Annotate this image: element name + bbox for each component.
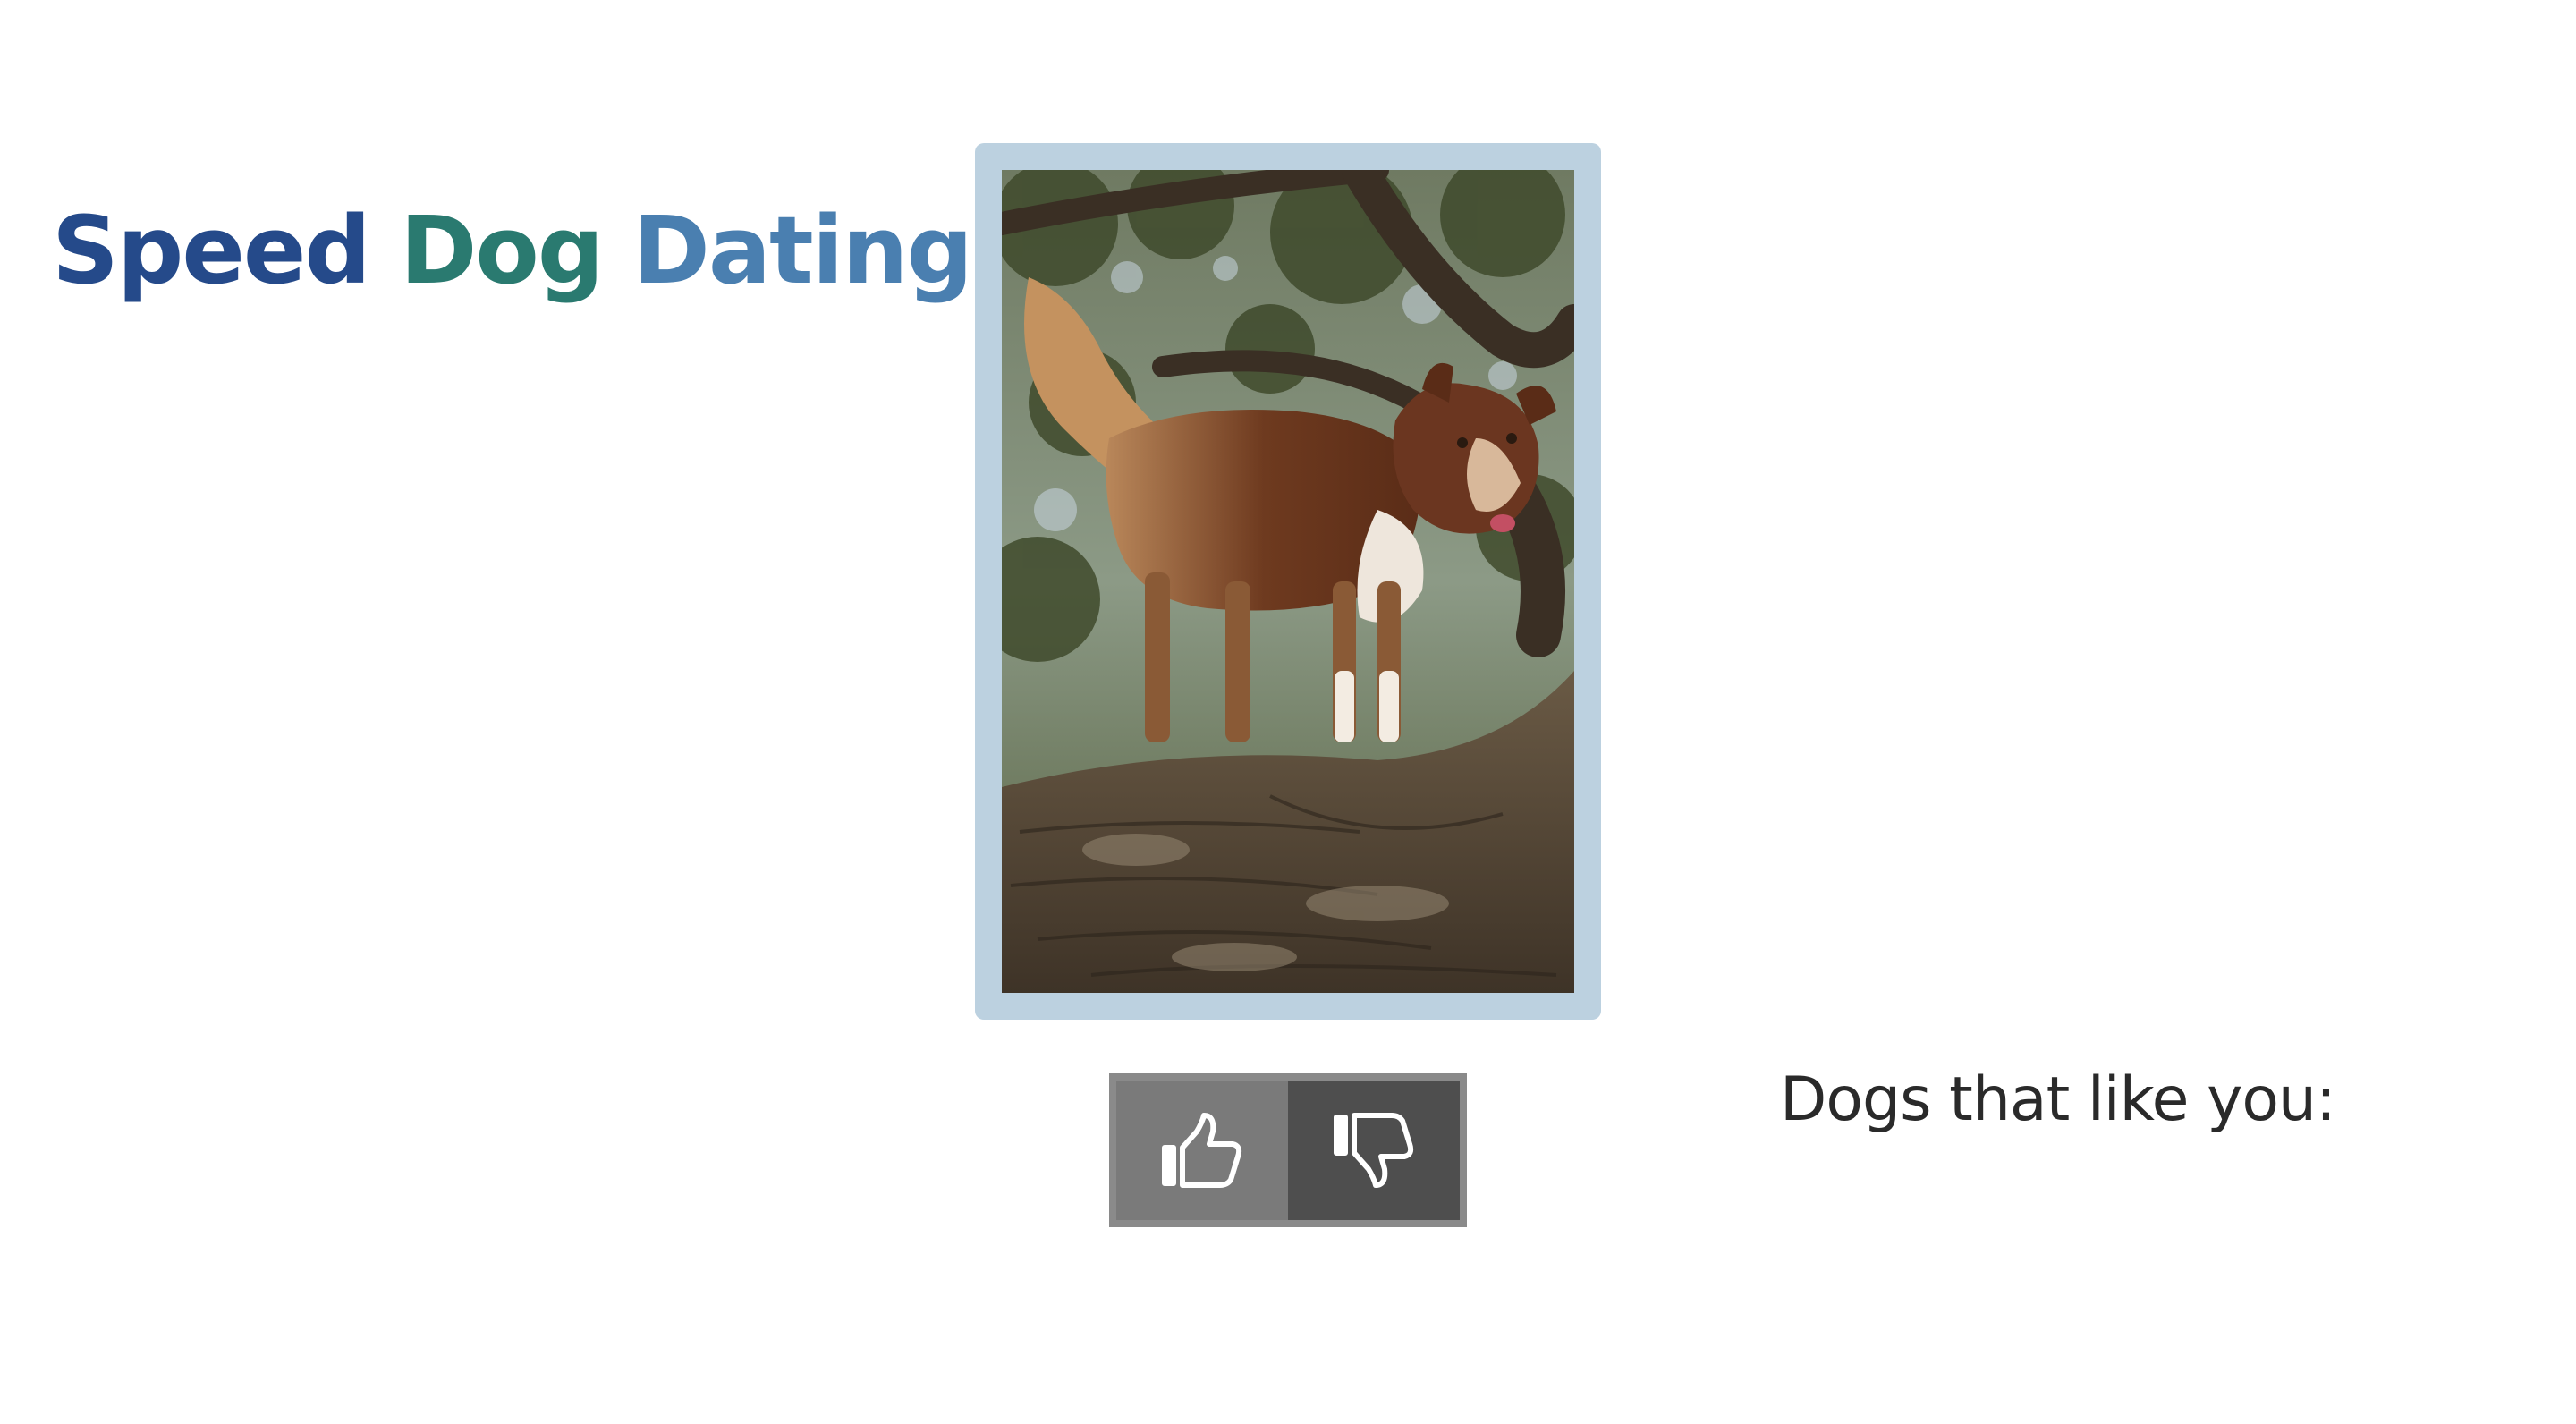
like-button[interactable] [1116,1081,1288,1220]
title-word-speed: Speed [52,196,371,305]
dislike-button[interactable] [1288,1081,1460,1220]
title-word-dating: Dating [632,196,973,305]
dog-photo-card [975,143,1601,1020]
dog-photo-illustration [1002,170,1574,993]
thumbs-up-icon [1162,1113,1242,1188]
app-title: Speed Dog Dating [52,188,973,313]
app-root: Speed Dog Dating Dogs that like you: [0,0,2576,1424]
likes-heading: Dogs that like you: [1780,1064,2336,1135]
title-word-dog: Dog [400,196,604,305]
dog-photo [1002,170,1574,993]
vote-button-group [1109,1073,1467,1227]
thumbs-down-icon [1334,1113,1414,1188]
